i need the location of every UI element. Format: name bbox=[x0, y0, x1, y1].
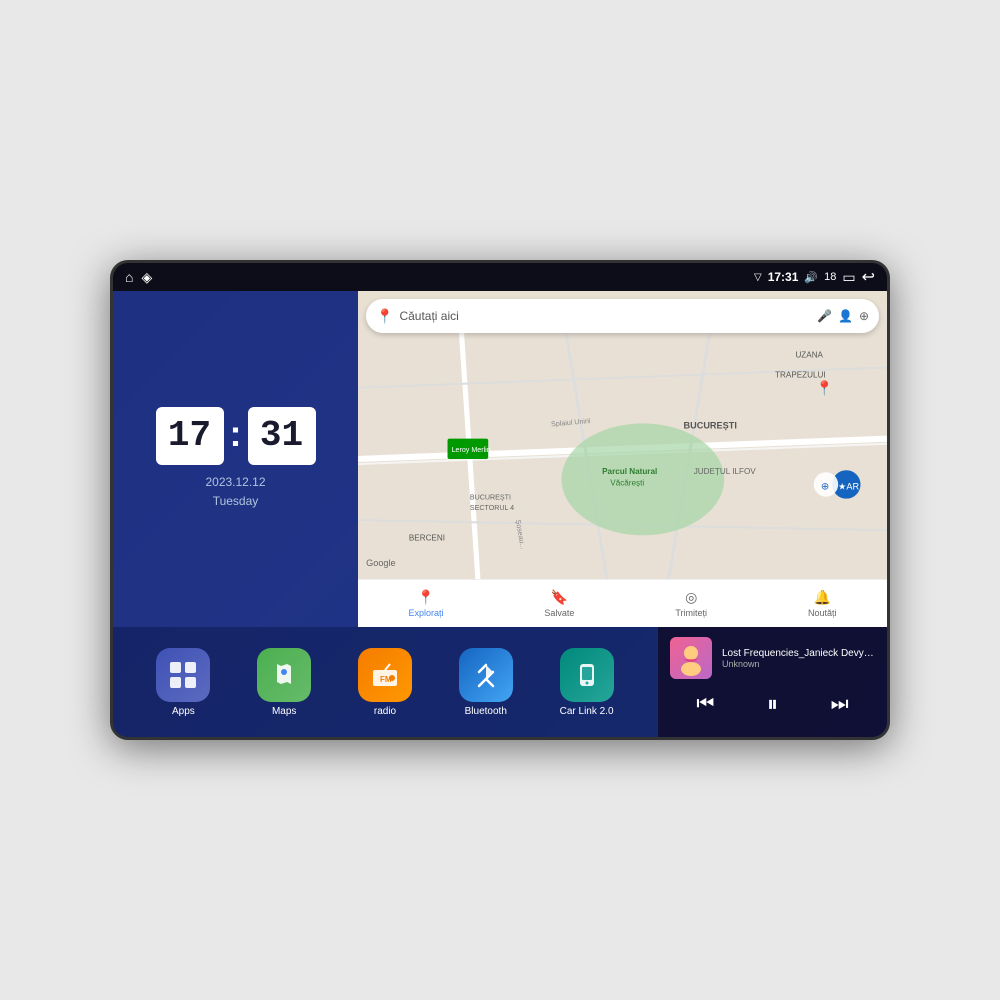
radio-icon-bg: FM bbox=[358, 648, 412, 702]
bottom-section: Apps Maps FM bbox=[113, 627, 887, 737]
app-item-bluetooth[interactable]: Bluetooth bbox=[459, 648, 513, 717]
music-controls: ⏮ ⏸ ⏭ bbox=[670, 687, 875, 721]
app-item-maps[interactable]: Maps bbox=[257, 648, 311, 717]
maps-icon-bg bbox=[257, 648, 311, 702]
bt-icon-bg bbox=[459, 648, 513, 702]
svg-text:★AR: ★AR bbox=[838, 482, 859, 492]
next-button[interactable]: ⏭ bbox=[823, 689, 857, 720]
map-search-pin-icon: 📍 bbox=[376, 308, 393, 325]
prev-button[interactable]: ⏮ bbox=[688, 689, 722, 720]
account-icon[interactable]: 👤 bbox=[838, 309, 853, 323]
map-nav-news[interactable]: 🔔 Noutăți bbox=[808, 589, 837, 618]
music-title: Lost Frequencies_Janieck Devy-... bbox=[722, 648, 875, 659]
saved-label: Salvate bbox=[544, 608, 574, 618]
battery-level: 18 bbox=[824, 271, 836, 283]
clock-minutes: 31 bbox=[248, 407, 316, 465]
home-icon[interactable]: ⌂ bbox=[125, 269, 133, 285]
svg-text:Leroy Merlin: Leroy Merlin bbox=[452, 446, 491, 454]
app-item-carlink[interactable]: Car Link 2.0 bbox=[560, 648, 614, 717]
map-nav-send[interactable]: ◎ Trimiteți bbox=[675, 589, 707, 618]
svg-text:UZANA: UZANA bbox=[795, 350, 823, 359]
map-search-right-icons: 🎤 👤 ⊕ bbox=[817, 309, 869, 323]
status-right: ▽ 17:31 🔊 18 ▭ ↩ bbox=[754, 267, 875, 287]
news-label: Noutăți bbox=[808, 608, 837, 618]
maps-label: Maps bbox=[272, 706, 296, 717]
map-bottom-nav: 📍 Explorați 🔖 Salvate ◎ Trimiteți 🔔 Nout… bbox=[358, 579, 887, 627]
gps-icon: ▽ bbox=[754, 272, 762, 283]
status-bar: ⌂ ◈ ▽ 17:31 🔊 18 ▭ ↩ bbox=[113, 263, 887, 291]
battery-icon: ▭ bbox=[842, 269, 855, 286]
svg-text:TRAPEZULUI: TRAPEZULUI bbox=[775, 371, 826, 380]
send-label: Trimiteți bbox=[675, 608, 707, 618]
map-search-input[interactable]: Căutați aici bbox=[399, 309, 811, 323]
music-text: Lost Frequencies_Janieck Devy-... Unknow… bbox=[722, 648, 875, 669]
music-info: Lost Frequencies_Janieck Devy-... Unknow… bbox=[670, 637, 875, 679]
voice-search-icon[interactable]: 🎤 bbox=[817, 309, 832, 323]
map-nav-saved[interactable]: 🔖 Salvate bbox=[544, 589, 574, 618]
music-panel: Lost Frequencies_Janieck Devy-... Unknow… bbox=[657, 627, 887, 737]
clock-panel: 17 : 31 2023.12.12 Tuesday bbox=[113, 291, 358, 627]
navigation-icon[interactable]: ◈ bbox=[141, 269, 152, 286]
car-infotainment-screen: ⌂ ◈ ▽ 17:31 🔊 18 ▭ ↩ 17 : 31 2023.12.12 bbox=[110, 260, 890, 740]
apps-label: Apps bbox=[172, 706, 195, 717]
volume-icon: 🔊 bbox=[804, 271, 818, 284]
svg-text:📍: 📍 bbox=[816, 380, 834, 397]
svg-text:Parcul Natural: Parcul Natural bbox=[602, 467, 657, 476]
status-left-icons: ⌂ ◈ bbox=[125, 269, 152, 286]
carlink-icon-bg bbox=[560, 648, 614, 702]
play-pause-button[interactable]: ⏸ bbox=[759, 687, 786, 721]
explore-icon: 📍 bbox=[417, 589, 434, 606]
map-search-bar[interactable]: 📍 Căutați aici 🎤 👤 ⊕ bbox=[366, 299, 879, 333]
clock-display: 17 : 31 bbox=[156, 407, 316, 465]
map-nav-explore[interactable]: 📍 Explorați bbox=[408, 589, 443, 618]
bluetooth-label: Bluetooth bbox=[465, 706, 507, 717]
map-panel[interactable]: Parcul Natural Văcărești BUCUREȘTI JUDEȚ… bbox=[358, 291, 887, 627]
top-section: 17 : 31 2023.12.12 Tuesday bbox=[113, 291, 887, 627]
svg-text:JUDEȚUL ILFOV: JUDEȚUL ILFOV bbox=[694, 467, 757, 476]
svg-text:Văcărești: Văcărești bbox=[610, 478, 644, 487]
send-icon: ◎ bbox=[685, 589, 697, 606]
app-item-apps[interactable]: Apps bbox=[156, 648, 210, 717]
layers-icon[interactable]: ⊕ bbox=[859, 309, 869, 323]
svg-text:⊕: ⊕ bbox=[821, 482, 830, 493]
svg-text:BUCUREȘTI: BUCUREȘTI bbox=[684, 420, 737, 430]
svg-text:BUCUREȘTI: BUCUREȘTI bbox=[470, 494, 511, 502]
back-icon[interactable]: ↩ bbox=[862, 267, 875, 287]
explore-label: Explorați bbox=[408, 608, 443, 618]
app-icons-panel: Apps Maps FM bbox=[113, 627, 657, 737]
music-artist: Unknown bbox=[722, 659, 875, 669]
carlink-label: Car Link 2.0 bbox=[560, 706, 614, 717]
screen-content: 17 : 31 2023.12.12 Tuesday bbox=[113, 291, 887, 737]
map-background: Parcul Natural Văcărești BUCUREȘTI JUDEȚ… bbox=[358, 291, 887, 627]
app-item-radio[interactable]: FM radio bbox=[358, 648, 412, 717]
clock-colon: : bbox=[230, 413, 242, 455]
clock-hours: 17 bbox=[156, 407, 224, 465]
svg-text:Google: Google bbox=[366, 558, 395, 568]
news-icon: 🔔 bbox=[814, 589, 831, 606]
status-time: 17:31 bbox=[768, 270, 799, 284]
music-thumbnail bbox=[670, 637, 712, 679]
svg-text:SECTORUL 4: SECTORUL 4 bbox=[470, 504, 514, 512]
svg-text:BERCENI: BERCENI bbox=[409, 533, 445, 542]
apps-icon-bg bbox=[156, 648, 210, 702]
clock-date: 2023.12.12 Tuesday bbox=[205, 473, 265, 511]
radio-label: radio bbox=[374, 706, 396, 717]
saved-icon: 🔖 bbox=[551, 589, 568, 606]
